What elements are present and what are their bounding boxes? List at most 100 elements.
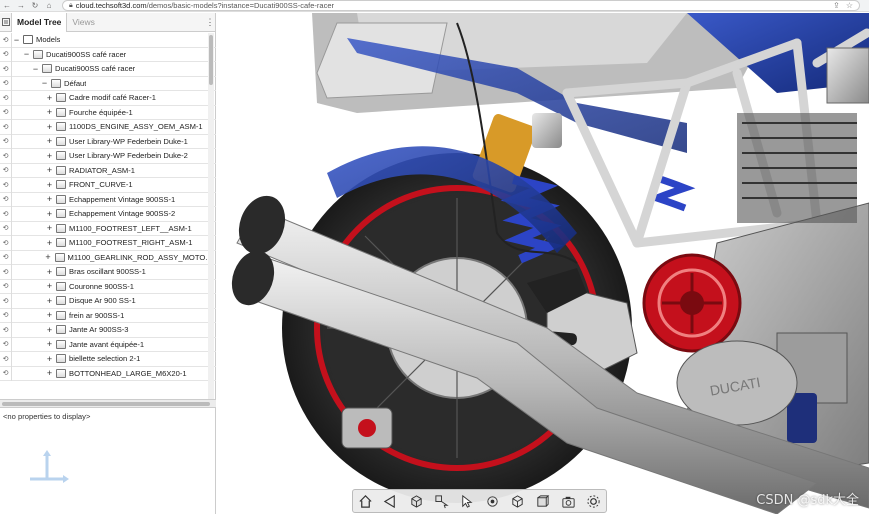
tree-row-config[interactable]: ⟲ − Défaut [0, 76, 216, 91]
settings-icon[interactable] [582, 491, 604, 511]
visibility-icon[interactable]: ⟲ [0, 206, 12, 221]
expand-icon[interactable]: + [45, 209, 54, 219]
expand-icon[interactable]: + [45, 354, 54, 364]
expand-icon[interactable]: + [45, 165, 54, 175]
visibility-icon[interactable]: ⟲ [0, 192, 12, 207]
visibility-icon[interactable]: ⟲ [0, 177, 12, 192]
cube-icon[interactable] [506, 491, 528, 511]
collapse-icon[interactable]: − [31, 64, 40, 74]
collapse-icon[interactable]: − [12, 35, 21, 45]
tree-row[interactable]: ⟲ + Bras oscillant 900SS-1 [0, 264, 216, 280]
visibility-icon[interactable]: ⟲ [0, 264, 12, 279]
tree-row[interactable]: ⟲ + RADIATOR_ASM-1 [0, 163, 216, 178]
expand-icon[interactable]: + [45, 180, 54, 190]
expand-icon[interactable]: + [45, 267, 54, 277]
tree-row[interactable]: ⟲ + User Library-WP Federbein Duke-2 [0, 148, 216, 164]
visibility-icon[interactable]: ⟲ [0, 119, 12, 134]
visibility-icon[interactable]: ⟲ [0, 235, 12, 250]
tree-row[interactable]: ⟲ + FRONT_CURVE-1 [0, 177, 216, 193]
visibility-icon[interactable]: ⟲ [0, 337, 12, 352]
tree-row[interactable]: ⟲ + Fourche équipée-1 [0, 105, 216, 120]
expand-icon[interactable]: + [45, 151, 54, 161]
star-icon[interactable]: ☆ [846, 1, 859, 10]
visibility-icon[interactable]: ⟲ [0, 308, 12, 323]
forward-arrow-icon[interactable]: → [14, 0, 28, 12]
visibility-icon[interactable]: ⟲ [0, 148, 12, 163]
visibility-icon[interactable]: ⟲ [0, 366, 12, 381]
home-icon[interactable] [355, 491, 377, 511]
visibility-icon[interactable]: ⟲ [0, 351, 12, 366]
tree-row[interactable]: ⟲ + biellette selection 2-1 [0, 351, 216, 367]
tree-row-models[interactable]: ⟲ − Models [0, 33, 216, 48]
visibility-icon[interactable]: ⟲ [0, 163, 12, 178]
visibility-icon[interactable]: ⟲ [0, 33, 12, 47]
reload-icon[interactable]: ↻ [28, 0, 42, 12]
expand-icon[interactable]: + [45, 223, 54, 233]
tree-row[interactable]: ⟲ + M1100_FOOTREST_LEFT__ASM-1 [0, 221, 216, 236]
home-browser-icon[interactable]: ⌂ [42, 0, 56, 12]
tree-row[interactable]: ⟲ + Disque Ar 900 SS-1 [0, 293, 216, 309]
tree-row[interactable]: ⟲ + Echappement Vintage 900SS-1 [0, 192, 216, 207]
tree-row[interactable]: ⟲ +1100DS_ENGINE_ASSY_OEM_ASM-1 [0, 119, 216, 135]
expand-icon[interactable]: + [45, 339, 54, 349]
part-icon [54, 252, 65, 262]
expand-icon[interactable]: + [45, 296, 54, 306]
expand-icon[interactable]: + [45, 368, 54, 378]
expand-icon[interactable]: + [45, 122, 54, 132]
collapse-icon[interactable]: − [40, 78, 49, 88]
visibility-icon[interactable]: ⟲ [0, 134, 12, 149]
visibility-icon[interactable]: ⟲ [0, 61, 12, 76]
visibility-icon[interactable]: ⟲ [0, 250, 12, 265]
expand-icon[interactable]: + [45, 194, 54, 204]
visibility-icon[interactable]: ⟲ [0, 105, 12, 120]
tree-row[interactable]: ⟲ + Couronne 900SS-1 [0, 279, 216, 294]
tree-row[interactable]: ⟲ + M1100_GEARLINK_ROD_ASSY_MOTOCO... [0, 250, 216, 265]
tree-scroll-thumb[interactable] [209, 35, 213, 85]
tree-hscroll-thumb[interactable] [2, 402, 210, 406]
tab-views[interactable]: Views [67, 13, 100, 32]
expand-icon[interactable]: + [45, 310, 54, 320]
expand-icon[interactable]: + [45, 93, 54, 103]
expand-icon[interactable]: + [44, 252, 53, 262]
tree-scrollbar[interactable] [208, 33, 214, 399]
expand-icon[interactable]: + [45, 107, 54, 117]
visibility-icon[interactable]: ⟲ [0, 279, 12, 294]
cube-face-icon[interactable] [532, 491, 554, 511]
tab-model-tree[interactable]: Model Tree [12, 12, 68, 32]
share-icon[interactable]: ⇪ [833, 1, 846, 10]
visibility-icon[interactable]: ⟲ [0, 90, 12, 105]
tree-tab-icon[interactable] [0, 12, 12, 32]
tree-row[interactable]: ⟲ + Jante avant équipée-1 [0, 337, 216, 352]
address-bar[interactable]: 🔒︎ cloud.techsoft3d.com/demos/basic-mode… [62, 0, 860, 11]
cube-draw-mode-icon[interactable] [405, 491, 427, 511]
camera-view-icon[interactable] [380, 491, 402, 511]
select-tool-icon[interactable] [431, 491, 453, 511]
expand-icon[interactable]: + [45, 325, 54, 335]
expand-icon[interactable]: + [45, 238, 54, 248]
motorcycle-model[interactable]: DUCATI [217, 13, 869, 514]
tree-row[interactable]: ⟲ + Jante Ar 900SS-3 [0, 322, 216, 338]
visibility-icon[interactable]: ⟲ [0, 47, 12, 62]
tree-row[interactable]: ⟲ + User Library-WP Federbein Duke-1 [0, 134, 216, 149]
tree-hscrollbar[interactable] [0, 399, 216, 407]
snapshot-icon[interactable] [557, 491, 579, 511]
explode-icon[interactable] [481, 491, 503, 511]
back-arrow-icon[interactable]: ← [0, 0, 14, 12]
tree-row[interactable]: ⟲ + M1100_FOOTREST_RIGHT_ASM-1 [0, 235, 216, 251]
panel-menu-icon[interactable]: ⋮ [205, 17, 215, 28]
tree-row-model[interactable]: ⟲ − Ducati900SS café racer [0, 47, 216, 62]
tree-row[interactable]: ⟲ + BOTTONHEAD_LARGE_M6X20-1 [0, 366, 216, 381]
expand-icon[interactable]: + [45, 136, 54, 146]
pointer-icon[interactable] [456, 491, 478, 511]
expand-icon[interactable]: + [45, 281, 54, 291]
tree-row[interactable]: ⟲ + frein ar 900SS-1 [0, 308, 216, 323]
visibility-icon[interactable]: ⟲ [0, 322, 12, 337]
visibility-icon[interactable]: ⟲ [0, 221, 12, 236]
visibility-icon[interactable]: ⟲ [0, 76, 12, 91]
tree-row-assembly[interactable]: ⟲ − Ducati900SS café racer [0, 61, 216, 77]
tree-row[interactable]: ⟲ + Cadre modif café Racer-1 [0, 90, 216, 106]
tree-row[interactable]: ⟲ + Echappement Vintage 900SS-2 [0, 206, 216, 222]
visibility-icon[interactable]: ⟲ [0, 293, 12, 308]
3d-viewer[interactable]: DUCATI CSDN @sdk大全 [217, 13, 869, 514]
collapse-icon[interactable]: − [22, 49, 31, 59]
